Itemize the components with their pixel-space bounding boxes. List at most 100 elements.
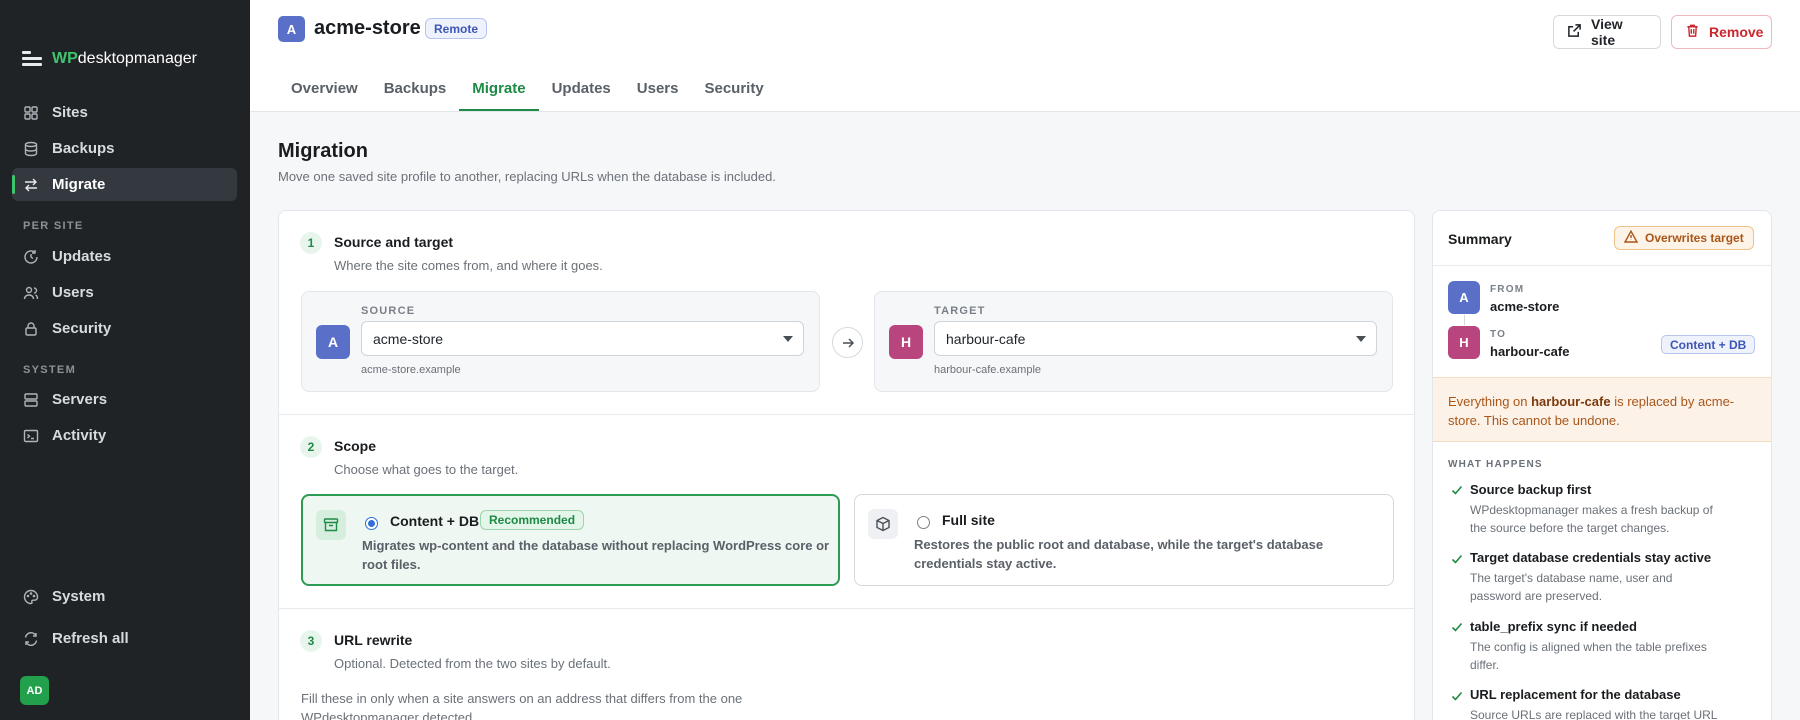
step-number: 3 [300,630,322,652]
remote-badge: Remote [425,18,488,39]
sidebar-item-label: Servers [52,391,108,408]
sidebar-item-activity[interactable]: Activity [12,419,237,452]
desc-line: WPdesktopmanager makes a fresh backup of [1470,503,1713,517]
sidebar-item-label: Migrate [52,176,106,193]
section-divider [1433,265,1771,266]
refresh-all-button[interactable]: Refresh all [12,622,237,655]
from-label: FROM [1490,284,1525,295]
swap-arrows-icon [23,177,39,193]
trash-icon [1685,23,1700,41]
what-happens-item-title: Source backup first [1470,482,1592,497]
chevron-down-icon [783,336,793,342]
scope-option-content-db[interactable]: Content + DB Recommended Migrates wp-con… [301,494,840,586]
what-happens-item-title: table_prefix sync if needed [1470,619,1637,634]
box-icon [868,509,898,539]
sidebar-item-label: System [52,588,106,605]
sidebar-item-sites[interactable]: Sites [12,96,237,129]
target-picker: H TARGET harbour-cafe harbour-cafe.examp… [874,291,1393,392]
sidebar-item-backups[interactable]: Backups [12,132,237,165]
alert-text: is replaced by acme- [1610,394,1735,409]
target-select[interactable]: harbour-cafe [934,321,1377,356]
desc-line: Source URLs are replaced with the target… [1470,708,1718,720]
desc-line: password are preserved. [1470,589,1603,603]
sidebar-item-label: Security [52,320,112,337]
source-select-value: acme-store [373,330,444,347]
sidebar-item-security[interactable]: Security [12,312,237,345]
server-icon [23,392,39,408]
tab-backups[interactable]: Backups [371,80,460,111]
what-happens-item-desc: The config is aligned when the table pre… [1470,638,1760,674]
what-happens-item-title: Target database credentials stay active [1470,550,1712,565]
scope-radio-full-site[interactable] [917,516,930,529]
section-divider [279,608,1414,609]
desc-line: the source before the target changes. [1470,521,1670,535]
sidebar-item-system[interactable]: System [12,580,237,613]
desc-line: The target's database name, user and [1470,571,1673,585]
view-site-button[interactable]: View site [1553,15,1661,49]
sidebar-item-users[interactable]: Users [12,276,237,309]
step-number: 1 [300,232,322,254]
check-icon [1451,485,1463,495]
sidebar-item-servers[interactable]: Servers [12,383,237,416]
sidebar-item-updates[interactable]: Updates [12,240,237,273]
user-avatar[interactable]: AD [20,676,49,705]
target-label: TARGET [934,305,986,317]
brand-name: desktopmanager [77,50,197,67]
migration-form-card: 1 Source and target Where the site comes… [278,210,1415,720]
remove-button[interactable]: Remove [1671,15,1772,49]
site-avatar: A [278,16,305,42]
sidebar-item-label: Updates [52,248,112,265]
from-avatar: A [1448,281,1480,314]
site-title: acme-store [314,17,421,39]
scope-radio-content-db[interactable] [365,517,378,530]
scope-desc-line: credentials stay active. [914,556,1057,571]
source-label: SOURCE [361,305,416,317]
scope-option-full-site[interactable]: Full site Restores the public root and d… [854,494,1394,586]
what-happens-item-desc: The target's database name, user and pas… [1470,569,1760,605]
what-happens-heading: WHAT HAPPENS [1448,459,1543,470]
sidebar-item-label: Refresh all [52,630,129,647]
sidebar-item-label: Activity [52,427,107,444]
recommended-badge: Recommended [480,510,585,530]
scope-desc-line: Restores the public root and database, w… [914,537,1324,552]
scope-desc-line: root files. [362,557,421,572]
to-value: harbour-cafe [1490,344,1570,359]
scope-option-title: Full site [942,512,995,528]
refresh-clock-icon [23,249,39,265]
connector-line [1464,315,1465,325]
check-icon [1451,622,1463,632]
brand-logo: WPdesktopmanager [22,50,197,68]
overwrites-target-label: Overwrites target [1645,231,1744,245]
desc-line: The config is aligned when the table pre… [1470,640,1707,654]
alert-target-name: harbour-cafe [1531,394,1611,409]
section-heading-system: SYSTEM [23,364,77,376]
database-icon [23,141,39,157]
source-avatar: A [316,325,350,359]
step-title: Source and target [334,234,454,250]
source-host: acme-store.example [361,364,461,376]
what-happens-item-desc: Source URLs are replaced with the target… [1470,706,1760,720]
target-avatar: H [889,325,923,359]
url-rewrite-note-line: WPdesktopmanager detected. [301,710,476,720]
sidebar-item-migrate[interactable]: Migrate [12,168,237,201]
summary-title: Summary [1448,231,1512,247]
site-header: A acme-store Remote View site Remove Ove… [250,0,1800,112]
remove-label: Remove [1709,24,1764,40]
tab-security[interactable]: Security [691,80,776,111]
tab-users[interactable]: Users [624,80,692,111]
brand-prefix: WP [52,50,78,67]
scope-badge: Content + DB [1661,335,1756,354]
check-icon [1451,554,1463,564]
source-select[interactable]: acme-store [361,321,804,356]
chevron-down-icon [1356,336,1366,342]
page-title: Migration [278,140,368,162]
overwrites-target-badge: Overwrites target [1614,226,1754,250]
tab-updates[interactable]: Updates [539,80,624,111]
site-tabs: Overview Backups Migrate Updates Users S… [278,80,777,111]
arrow-right-icon [832,327,863,358]
tab-overview[interactable]: Overview [278,80,371,111]
tab-migrate[interactable]: Migrate [459,80,539,111]
source-picker: A SOURCE acme-store acme-store.example [301,291,820,392]
to-label: TO [1490,329,1507,340]
external-link-icon [1567,23,1582,41]
